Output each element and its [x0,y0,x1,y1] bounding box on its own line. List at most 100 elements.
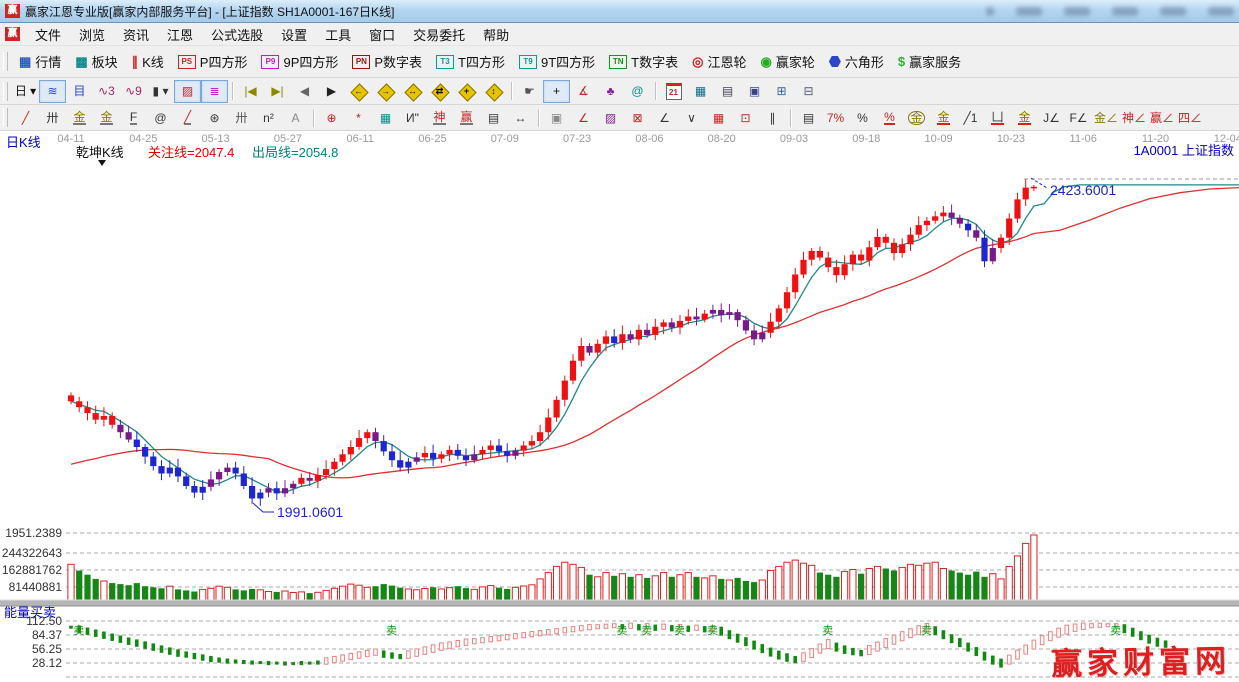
pane-label-kline: 日K线 [6,135,41,150]
indicator-mark-down [1131,628,1135,637]
axis-label: 244322643 [2,546,62,560]
date-label: 06-11 [347,133,374,145]
high-annotation-label: 2423.6001 [1050,182,1116,198]
candle-body [850,255,856,265]
volume-bar-down [949,571,955,604]
indicator-mark-down [226,659,230,664]
indicator-mark-down [983,652,987,661]
indicator-mark-down [234,660,238,664]
date-label: 09-03 [780,133,808,145]
candle-body [93,413,99,420]
indicator-mark-up [1073,624,1077,631]
candle-body [265,488,271,492]
candle-body [249,486,255,499]
indicator-mark-up [1098,623,1102,627]
overlay-name-label[interactable]: 乾坤K线 [76,145,124,160]
indicator-mark-down [933,626,937,635]
candle-body [1031,187,1037,189]
indicator-mark-down [259,661,263,664]
axis-label: 28.12 [32,656,62,670]
candle-body [726,312,732,315]
indicator-mark-down [398,654,402,659]
indicator-mark-up [588,625,592,630]
indicator-mark-up [547,630,551,635]
candle-body [282,488,288,493]
volume-bar-up [1006,566,1012,603]
indicator-mark-up [530,632,534,637]
candle-body [916,225,922,235]
volume-bar-down [833,577,839,604]
candle-body [603,336,609,343]
candle-body [1006,219,1012,238]
candle-body [422,453,428,457]
volume-bar-up [545,573,551,604]
indicator-mark-down [752,641,756,650]
volume-bar-down [858,574,864,604]
sell-signal-label: 卖 [73,624,84,637]
candle-body [356,438,362,447]
candle-body [619,334,625,343]
indicator-mark-down [687,626,691,632]
indicator-mark-down [966,643,970,652]
indicator-mark-up [473,639,477,644]
volume-bar-down [84,575,90,604]
indicator-mark-up [604,624,608,628]
candle-body [866,247,872,260]
indicator-mark-up [884,639,888,648]
indicator-mark-down [209,656,213,662]
indicator-mark-up [538,631,542,636]
volume-bar-up [916,565,922,603]
indicator-mark-down [942,630,946,639]
indicator-mark-up [876,642,880,651]
pane-splitter[interactable] [0,600,1239,606]
indicator-mark-down [382,650,386,657]
indicator-mark-down [217,658,221,663]
indicator-mark-up [366,650,370,656]
indicator-mark-down [958,638,962,647]
candle-body [825,258,831,268]
indicator-mark-down [250,661,254,665]
indicator-mark-up [1082,623,1086,629]
candle-body [554,400,560,418]
indicator-mark-down [143,641,147,648]
date-label: 10-23 [997,133,1025,145]
indicator-mark-down [184,651,188,657]
indicator-mark-down [152,643,156,650]
candle-body [586,346,592,353]
indicator-mark-down [975,647,979,656]
indicator-mark-up [563,628,567,633]
indicator-mark-up [1024,645,1028,654]
indicator-mark-up [900,632,904,641]
indicator-mark-up [909,629,913,638]
candle-body [809,251,815,260]
candle-body [463,456,469,460]
date-label: 05-27 [274,133,302,145]
axis-label: 81440881 [9,580,63,594]
overlay-dropdown-icon[interactable] [98,160,106,166]
indicator-mark-up [522,633,526,638]
date-label: 06-25 [418,133,446,145]
candle-body [907,235,913,245]
indicator-mark-up [826,640,830,649]
candle-body [833,267,839,275]
candle-body [800,260,806,275]
chart-canvas[interactable]: 04-1104-2505-1305-2706-1106-2507-0907-23… [0,0,1239,682]
indicator-mark-down [135,639,139,646]
volume-bar-up [685,573,691,604]
indicator-mark-down [793,656,797,663]
volume-bar-down [693,577,699,604]
symbol-label[interactable]: 1A0001 上证指数 [1134,143,1234,158]
candle-body [200,487,206,493]
sell-signal-label: 卖 [386,624,397,637]
candle-body [998,238,1004,248]
indicator-mark-up [868,646,872,655]
indicator-mark-down [785,653,789,662]
candle-body [545,418,551,433]
candle-body [323,469,329,475]
indicator-mark-down [267,661,271,665]
volume-bar-up [595,577,601,604]
candle-body [150,457,156,467]
indicator-mark-down [119,636,123,643]
indicator-mark-up [818,644,822,653]
exit-line-label: 出局线=2054.8 [252,145,338,160]
